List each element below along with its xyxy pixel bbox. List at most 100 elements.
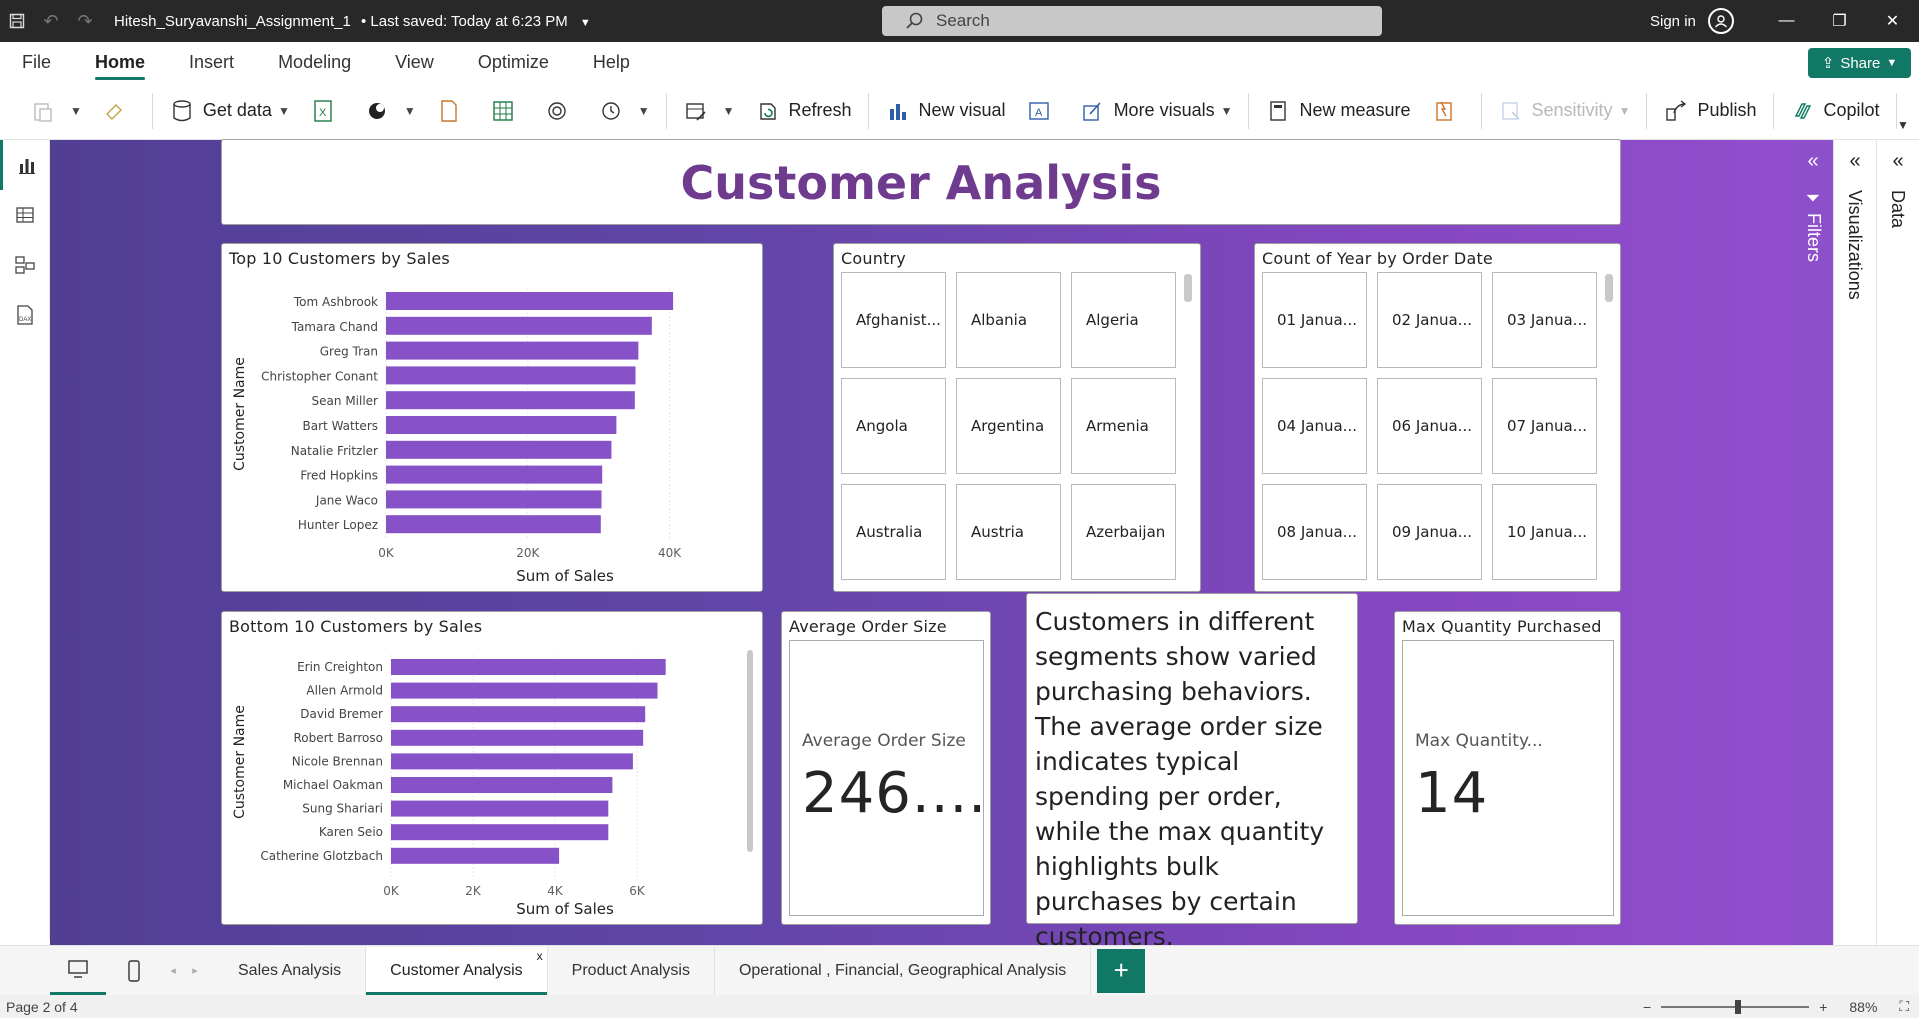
table-view-icon[interactable] xyxy=(0,190,50,240)
new-visual-button[interactable]: New visual xyxy=(875,91,1016,131)
slicer-scrollbar[interactable] xyxy=(1184,274,1192,302)
slicer-tile-austria[interactable]: Austria xyxy=(956,484,1061,580)
x-tick-label: 0K xyxy=(378,546,395,560)
expand-icon[interactable]: « xyxy=(1834,150,1876,173)
slicer-tile-argentina[interactable]: Argentina xyxy=(956,378,1061,474)
slicer-tile-armenia[interactable]: Armenia xyxy=(1071,378,1176,474)
recent-button[interactable]: ▼ xyxy=(588,91,660,131)
dax-query-view-icon[interactable]: DAX xyxy=(0,290,50,340)
restore-icon[interactable]: ❐ xyxy=(1813,0,1866,42)
tab-scroll-right-icon[interactable]: ▸ xyxy=(184,964,206,977)
slicer-tile-date[interactable]: 01 Janua... xyxy=(1262,272,1367,368)
page-title: Customer Analysis xyxy=(680,156,1162,210)
slicer-tile-date[interactable]: 10 Janua... xyxy=(1492,484,1597,580)
model-view-icon[interactable] xyxy=(0,240,50,290)
filters-pane[interactable]: « ⏷ Filters xyxy=(1793,140,1833,945)
tab-scroll-left-icon[interactable]: ◂ xyxy=(162,964,184,977)
close-icon[interactable]: x xyxy=(537,949,543,963)
zoom-slider[interactable] xyxy=(1661,999,1810,1014)
desktop-layout-icon[interactable] xyxy=(50,947,106,995)
document-title[interactable]: Hitesh_Suryavanshi_Assignment_1 • Last s… xyxy=(114,13,591,30)
slicer-tile-azerbaijan[interactable]: Azerbaijan xyxy=(1071,484,1176,580)
title-bar: ↶ ↷ Hitesh_Suryavanshi_Assignment_1 • La… xyxy=(0,0,1919,42)
mobile-layout-icon[interactable] xyxy=(106,947,162,995)
report-view-icon[interactable] xyxy=(0,140,50,190)
refresh-icon xyxy=(755,98,781,124)
refresh-button[interactable]: Refresh xyxy=(745,91,862,131)
slicer-tile-date[interactable]: 07 Janua... xyxy=(1492,378,1597,474)
slicer-tile-algeria[interactable]: Algeria xyxy=(1071,272,1176,368)
menu-modeling[interactable]: Modeling xyxy=(256,42,373,82)
slicer-title: Country xyxy=(841,249,906,268)
report-title-box[interactable]: Customer Analysis xyxy=(221,139,1621,225)
slicer-tile-afghanistan[interactable]: Afghanist... xyxy=(841,272,946,368)
insight-text-box[interactable]: Customers in different segments show var… xyxy=(1026,593,1358,951)
tab-customer-analysis[interactable]: Customer Analysis x xyxy=(366,946,548,995)
copilot-button[interactable]: Copilot xyxy=(1780,91,1890,131)
add-page-button[interactable]: + xyxy=(1097,948,1146,993)
country-slicer[interactable]: Country Afghanist... Albania Algeria Ang… xyxy=(833,243,1201,592)
tab-product-analysis[interactable]: Product Analysis xyxy=(547,946,715,995)
chart-scrollbar[interactable] xyxy=(747,650,753,852)
slicer-tile-date[interactable]: 02 Janua... xyxy=(1377,272,1482,368)
slicer-tile-date[interactable]: 06 Janua... xyxy=(1377,378,1482,474)
excel-button[interactable]: X xyxy=(300,91,354,131)
publish-button[interactable]: Publish xyxy=(1653,91,1766,131)
menu-insert[interactable]: Insert xyxy=(167,42,256,82)
refresh-label: Refresh xyxy=(788,100,852,120)
transform-data-button[interactable]: ▼ xyxy=(673,91,745,131)
x-tick-label: 2K xyxy=(465,884,482,898)
order-date-slicer[interactable]: Count of Year by Order Date 01 Janua... … xyxy=(1254,243,1621,592)
new-visual-label: New visual xyxy=(918,100,1006,120)
format-painter-button[interactable] xyxy=(92,91,146,131)
menu-file[interactable]: File xyxy=(0,42,73,82)
slicer-tile-date[interactable]: 04 Janua... xyxy=(1262,378,1367,474)
fit-page-icon[interactable]: ⛶ xyxy=(1899,998,1909,1015)
slicer-tile-angola[interactable]: Angola xyxy=(841,378,946,474)
menu-home[interactable]: Home xyxy=(73,42,167,82)
dataverse-button[interactable] xyxy=(426,91,480,131)
minimize-icon[interactable]: — xyxy=(1760,0,1813,42)
bottom10-customers-chart[interactable]: Bottom 10 Customers by Sales 0K 2K 4K 6K Eri… xyxy=(221,611,763,925)
average-order-size-card[interactable]: Average Order Size Average Order Size 24… xyxy=(781,611,991,925)
data-pane[interactable]: « Data xyxy=(1876,140,1919,945)
sensitivity-button[interactable]: Sensitivity ▼ xyxy=(1488,91,1641,131)
tab-operational-analysis[interactable]: Operational , Financial, Geographical An… xyxy=(714,946,1092,995)
slicer-tile-date[interactable]: 09 Janua... xyxy=(1377,484,1482,580)
menu-view[interactable]: View xyxy=(373,42,456,82)
top10-customers-chart[interactable]: Top 10 Customers by Sales 0K 20K 40K Tom As… xyxy=(221,243,763,592)
enter-data-button[interactable] xyxy=(480,91,534,131)
menu-help[interactable]: Help xyxy=(571,42,652,82)
onelake-button[interactable]: ▼ xyxy=(354,91,426,131)
menu-optimize[interactable]: Optimize xyxy=(456,42,571,82)
paste-button[interactable]: ▼ xyxy=(20,91,92,131)
slicer-scrollbar[interactable] xyxy=(1605,274,1613,302)
ribbon-collapse-icon[interactable]: ▼ xyxy=(1897,118,1909,132)
expand-icon[interactable]: « xyxy=(1877,150,1919,173)
share-button[interactable]: ⇪ Share ▼ xyxy=(1808,48,1911,78)
zoom-out-icon[interactable]: − xyxy=(1643,999,1651,1015)
slicer-tile-albania[interactable]: Albania xyxy=(956,272,1061,368)
zoom-slider-thumb[interactable] xyxy=(1735,999,1742,1014)
chevron-down-icon: ▼ xyxy=(277,103,290,118)
slicer-tile-date[interactable]: 03 Janua... xyxy=(1492,272,1597,368)
recent-sources-button[interactable] xyxy=(534,91,588,131)
quick-measure-button[interactable] xyxy=(1421,91,1475,131)
text-box-button[interactable]: A xyxy=(1016,91,1070,131)
slicer-tile-australia[interactable]: Australia xyxy=(841,484,946,580)
sign-in-button[interactable]: Sign in xyxy=(1650,0,1734,42)
save-icon[interactable] xyxy=(0,0,34,42)
get-data-button[interactable]: Get data ▼ xyxy=(159,91,300,131)
close-icon[interactable]: ✕ xyxy=(1866,0,1919,42)
new-measure-button[interactable]: New measure xyxy=(1255,91,1420,131)
more-visuals-button[interactable]: More visuals ▼ xyxy=(1070,91,1243,131)
undo-icon[interactable]: ↶ xyxy=(34,0,68,42)
redo-icon[interactable]: ↷ xyxy=(68,0,102,42)
expand-icon[interactable]: « xyxy=(1793,150,1833,173)
tab-sales-analysis[interactable]: Sales Analysis xyxy=(214,946,367,995)
search-input[interactable]: Search xyxy=(882,6,1382,36)
max-quantity-card[interactable]: Max Quantity Purchased Max Quantity... 1… xyxy=(1394,611,1621,925)
visualizations-pane[interactable]: « Visualizations xyxy=(1833,140,1876,945)
zoom-in-icon[interactable]: + xyxy=(1819,999,1827,1015)
slicer-tile-date[interactable]: 08 Janua... xyxy=(1262,484,1367,580)
